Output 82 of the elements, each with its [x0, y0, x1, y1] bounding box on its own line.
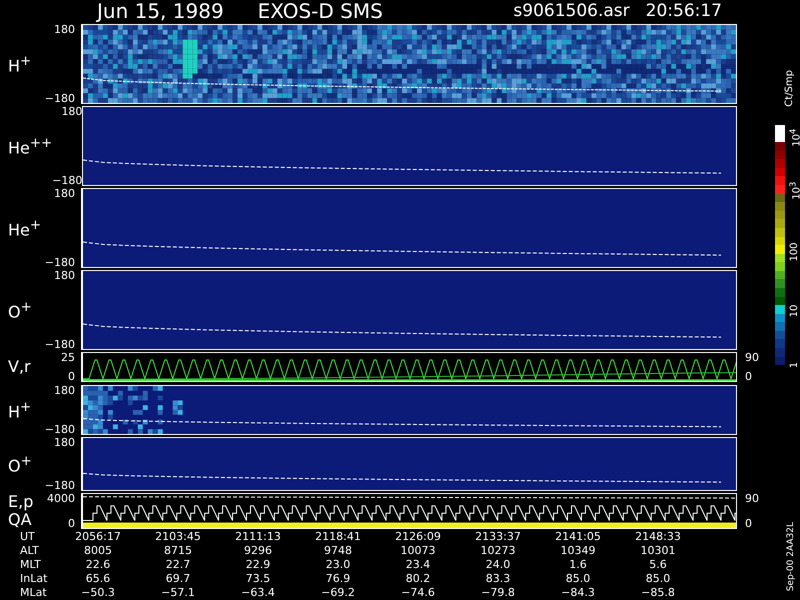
table-cell-text: 2133:37 — [474, 530, 522, 544]
axis-tick-label: −180 — [44, 339, 75, 350]
table-cell-text: −57.1 — [160, 586, 196, 600]
axis-tick-label: 180 — [54, 24, 75, 35]
table-cell-text: 10301 — [640, 544, 676, 558]
table-cell-text: 2118:41 — [314, 530, 362, 544]
row-label: InLat — [20, 572, 48, 586]
axis-tick-label: 0 — [745, 371, 753, 382]
table-cell-text: 85.0 — [564, 572, 592, 586]
table-cell-text: 10349 — [560, 544, 596, 558]
file-name: s9061506.asr — [513, 0, 630, 22]
axis-tick-label: 90 — [745, 352, 760, 363]
axis-tick-label: −180 — [44, 480, 75, 491]
table-cell-text: 83.3 — [484, 572, 512, 586]
axis-tick-label: 180 — [61, 106, 82, 117]
colorbar-label: 100 — [790, 241, 800, 264]
panel-label: H$^{+}$ — [8, 398, 32, 422]
panel-label: O$^{+}$ — [8, 298, 32, 322]
table-cell-text: 65.6 — [84, 572, 112, 586]
table-cell-text: 9296 — [243, 544, 273, 558]
table-cell-text: 22.6 — [84, 558, 112, 572]
table-cell-text: 23.0 — [324, 558, 352, 572]
axis-tick-label: 25 — [61, 352, 75, 363]
row-label: MLT — [20, 558, 42, 572]
table-cell-text: −50.3 — [80, 586, 116, 600]
table-cell-text: 2103:45 — [154, 530, 202, 544]
axis-tick-label: −180 — [44, 257, 75, 268]
panel-label: QA — [8, 511, 32, 529]
table-cell-text: 8005 — [83, 544, 113, 558]
table-cell-text: 22.7 — [164, 558, 192, 572]
panel-label: O$^{+}$ — [8, 452, 32, 476]
table-cell-text: 22.9 — [244, 558, 272, 572]
axis-tick-label: 180 — [54, 270, 75, 281]
table-cell-text: −84.3 — [560, 586, 596, 600]
table-cell-text: 2056:17 — [74, 530, 122, 544]
table-cell-text: 2126:09 — [394, 530, 442, 544]
table-cell-text: 10273 — [480, 544, 516, 558]
axis-tick-label: −180 — [44, 424, 75, 435]
table-cell-text: 2111:13 — [234, 530, 282, 544]
table-cell-text: 85.0 — [644, 572, 672, 586]
plot-time: 20:56:17 — [646, 0, 722, 22]
row-label: UT — [20, 530, 36, 544]
table-cell-text: 73.5 — [244, 572, 272, 586]
axis-tick-label: 90 — [745, 493, 760, 504]
panel-label: He$^{++}$ — [8, 134, 52, 158]
colorbar-label: 10 — [790, 304, 800, 320]
table-cell-text: −85.8 — [640, 586, 676, 600]
panel-label: H$^{+}$ — [8, 52, 32, 76]
table-cell-text: −69.2 — [320, 586, 356, 600]
table-cell-text: 24.0 — [484, 558, 512, 572]
axis-tick-label: 4000 — [47, 493, 75, 504]
table-cell-text: −74.6 — [400, 586, 436, 600]
colorbar-unit: Ct/Smp — [784, 70, 796, 107]
table-cell-text: 10073 — [400, 544, 436, 558]
table-cell-text: −63.4 — [240, 586, 276, 600]
table-cell-text: −79.8 — [480, 586, 516, 600]
axis-tick-label: −180 — [52, 175, 82, 186]
table-cell-text: 5.6 — [648, 558, 668, 572]
axis-tick-label: 180 — [54, 385, 75, 396]
table-cell-text: 2148:33 — [634, 530, 682, 544]
panel-label: E,p — [8, 493, 34, 511]
colorbar-label: 1 — [790, 360, 800, 370]
instrument-title: EXOS-D SMS — [258, 0, 383, 22]
table-cell-text: 9748 — [323, 544, 353, 558]
table-cell-text: 8715 — [163, 544, 193, 558]
panel-label: He$^{+}$ — [8, 216, 42, 240]
row-label: MLat — [20, 586, 48, 600]
table-cell-text: 23.4 — [404, 558, 432, 572]
panel-label: V,r — [8, 358, 31, 376]
plot-date: Jun 15, 1989 — [97, 0, 224, 22]
table-cell-text: 1.6 — [568, 558, 588, 572]
axis-tick-label: 0 — [68, 518, 75, 529]
footer-code: Sep-00 2AA32L — [785, 522, 797, 592]
axis-tick-label: −180 — [44, 93, 75, 104]
table-cell-text: 2141:05 — [554, 530, 602, 544]
axis-tick-label: 180 — [54, 437, 75, 448]
axis-tick-label: 180 — [54, 188, 75, 199]
table-cell-text: 69.7 — [164, 572, 192, 586]
axis-tick-label: 0 — [68, 371, 75, 382]
row-label: ALT — [20, 544, 40, 558]
table-cell-text: 76.9 — [324, 572, 352, 586]
table-cell-text: 80.2 — [404, 572, 432, 586]
